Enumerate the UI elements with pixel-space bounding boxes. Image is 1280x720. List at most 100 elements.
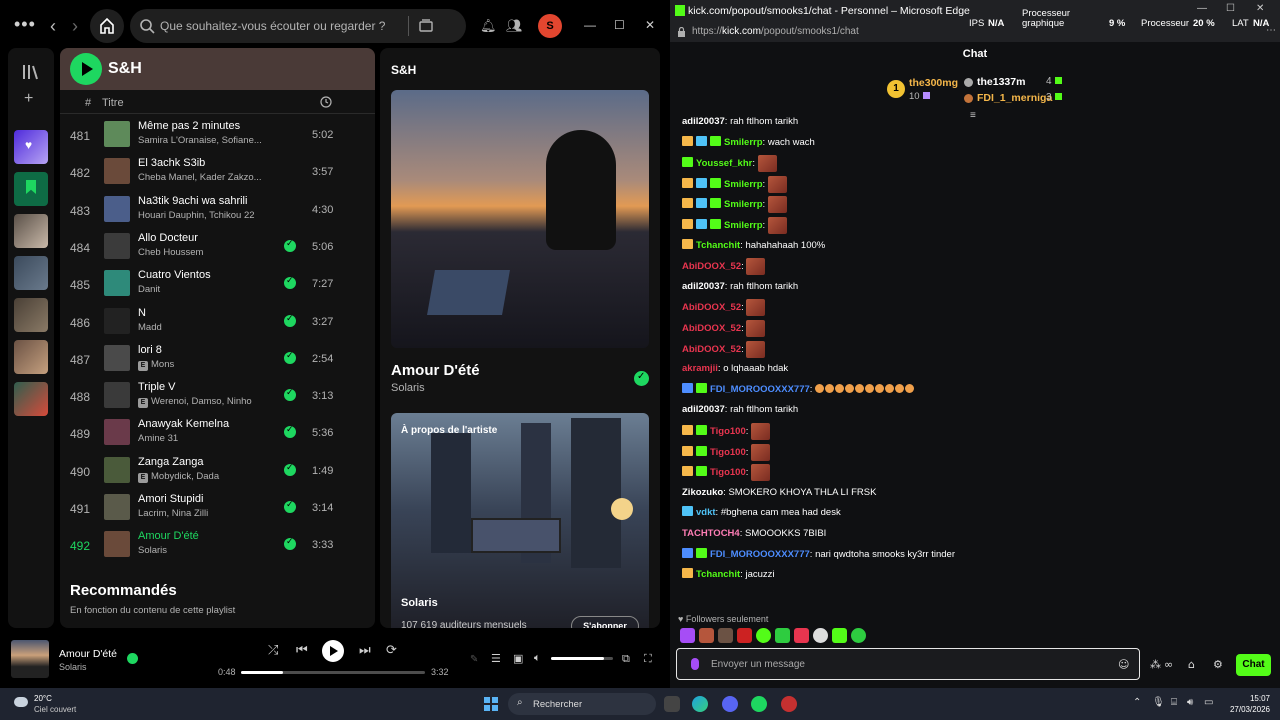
play-button[interactable] [70, 53, 102, 85]
speaker-icon[interactable]: 🔊︎ [1187, 697, 1193, 708]
chat-username[interactable]: TACHTOCH4 [682, 528, 740, 539]
microphone-icon[interactable]: 🎙︎ [1152, 697, 1165, 708]
track-artist[interactable]: Cheb Houssem [138, 247, 203, 258]
chevron-up-icon[interactable]: ⌃ [1133, 697, 1141, 708]
weather-description[interactable]: Ciel couvert [34, 705, 76, 714]
liked-check-icon[interactable] [284, 537, 296, 551]
about-artist-card[interactable]: À propos de l'artiste Solaris 107 619 au… [391, 413, 649, 628]
track-row[interactable]: 481 Même pas 2 minutes Samira L'Oranaise, … [60, 117, 375, 154]
chat-username[interactable]: Tigo100 [710, 447, 746, 458]
track-title[interactable]: Na3tik 9achi wa sahrili [138, 195, 247, 207]
volume-slider[interactable] [551, 657, 613, 660]
chat-username[interactable]: AbiDOOX_52 [682, 344, 741, 355]
fullscreen-icon[interactable]: ⛶ [644, 652, 652, 666]
chat-username[interactable]: Smilerrp [724, 199, 763, 210]
browse-icon[interactable] [418, 18, 434, 34]
chat-username[interactable]: FDI_MOROOOXXX777 [710, 384, 810, 395]
chat-username[interactable]: Smilerrp [724, 220, 763, 231]
track-artist[interactable]: E Mons [138, 359, 174, 371]
maximize-icon[interactable]: ☐ [614, 18, 625, 32]
track-row[interactable]: 488 Triple V EWerenoi, Damso, Ninho 3:13 [60, 378, 375, 415]
now-playing-artist[interactable]: Solaris [391, 382, 425, 394]
track-artist[interactable]: Danit [138, 284, 160, 295]
cloud-icon[interactable] [14, 697, 28, 707]
emote[interactable] [699, 628, 714, 643]
settings-gear-icon[interactable]: ⚙ [1213, 658, 1223, 671]
clock-time[interactable]: 15:07 [1226, 694, 1270, 703]
track-title[interactable]: Allo Docteur [138, 232, 198, 244]
liked-check-icon[interactable] [284, 388, 296, 402]
track-row[interactable]: 492 Amour D'été Solaris 3:33 [60, 527, 375, 564]
lyrics-icon[interactable]: ✎ [470, 654, 478, 665]
battery-icon[interactable]: ▭ [1204, 697, 1213, 708]
track-artist[interactable]: Solaris [138, 545, 167, 556]
chat-username[interactable]: adil20037 [682, 281, 725, 292]
play-pause-button[interactable] [322, 640, 344, 662]
track-row[interactable]: 487 lori 8 EMons 2:54 [60, 341, 375, 378]
track-row[interactable]: 485 Cuatro Vientos Danit 7:27 [60, 266, 375, 303]
track-title[interactable]: N [138, 307, 146, 319]
player-artist[interactable]: Solaris [59, 662, 87, 672]
track-title[interactable]: Amour D'été [138, 530, 199, 542]
edge-icon[interactable] [692, 696, 708, 712]
track-title[interactable]: Zanga Zanga [138, 456, 203, 468]
previous-icon[interactable]: ⏮ [296, 643, 308, 658]
send-chat-button[interactable]: Chat [1236, 654, 1271, 676]
track-artist[interactable]: Amine 31 [138, 433, 178, 444]
liked-songs-thumb[interactable]: ♥ [14, 130, 48, 164]
track-artist[interactable]: Madd [138, 322, 162, 333]
chat-username[interactable]: AbiDOOX_52 [682, 302, 741, 313]
library-icon[interactable] [22, 64, 40, 80]
emote[interactable] [794, 628, 809, 643]
track-title[interactable]: Même pas 2 minutes [138, 120, 240, 132]
start-button[interactable] [484, 697, 498, 711]
add-icon[interactable]: + [24, 90, 33, 108]
player-title[interactable]: Amour D'été [59, 648, 117, 660]
friends-icon[interactable]: 👥︎ [506, 18, 523, 34]
close-icon[interactable]: ✕ [645, 18, 655, 32]
task-view-icon[interactable] [664, 696, 680, 712]
leader-second-name[interactable]: the1337m [977, 76, 1025, 88]
mini-player-icon[interactable]: ⧉ [622, 652, 630, 666]
chat-username[interactable]: adil20037 [682, 116, 725, 127]
network-icon[interactable]: ⌸ [1171, 697, 1177, 708]
shuffle-icon[interactable]: ⤮ [268, 643, 278, 658]
queue-icon[interactable]: ☰ [491, 652, 501, 665]
repeat-icon[interactable]: ⟳ [386, 643, 397, 658]
chat-input[interactable]: Envoyer un message ☺ [676, 648, 1140, 680]
weather-temperature[interactable]: 20°C [34, 694, 52, 703]
leader-third-name[interactable]: FDI_1_merniga [977, 92, 1052, 104]
track-artist[interactable]: E Mobydick, Dada [138, 471, 219, 483]
track-row[interactable]: 482 El 3achk S3ib Cheba Manel, Kader Zakzo… [60, 154, 375, 191]
progress-bar[interactable] [241, 671, 425, 674]
liked-check-icon[interactable] [284, 425, 296, 439]
app-icon[interactable] [781, 696, 797, 712]
track-artist[interactable]: E Werenoi, Damso, Ninho [138, 396, 252, 409]
taskbar-search[interactable]: ⌕ Rechercher [508, 693, 656, 715]
now-playing-art[interactable] [11, 640, 49, 678]
liked-check-icon[interactable] [284, 351, 296, 364]
liked-check-icon[interactable] [284, 500, 296, 513]
chat-username[interactable]: adil20037 [682, 404, 725, 415]
track-title[interactable]: lori 8 [138, 344, 162, 356]
bell-icon[interactable]: 🔔︎ [480, 18, 497, 34]
track-row[interactable]: 490 Zanga Zanga EMobydick, Dada 1:49 [60, 453, 375, 490]
track-title[interactable]: Anawyak Kemelna [138, 418, 229, 430]
playlist-thumb[interactable] [14, 214, 48, 248]
emote[interactable] [680, 628, 695, 643]
avatar[interactable]: S [538, 14, 562, 38]
chat-username[interactable]: Zikozuko [682, 487, 723, 498]
liked-check-icon[interactable] [284, 314, 296, 327]
mic-icon[interactable] [691, 658, 699, 670]
emote[interactable] [737, 628, 752, 643]
now-playing-song[interactable]: Amour D'été [391, 362, 480, 379]
chat-username[interactable]: Smilerrp [724, 137, 763, 148]
chat-username[interactable]: Tigo100 [710, 467, 746, 478]
chat-username[interactable]: AbiDOOX_52 [682, 323, 741, 334]
leader-first-name[interactable]: the300mg [909, 77, 958, 89]
playlist-thumb[interactable] [14, 340, 48, 374]
chat-username[interactable]: FDI_MOROOOXXX777 [710, 549, 810, 560]
chat-username[interactable]: Smilerrp [724, 179, 763, 190]
chat-username[interactable]: Tigo100 [710, 426, 746, 437]
chat-username[interactable]: vdkt [696, 507, 716, 518]
